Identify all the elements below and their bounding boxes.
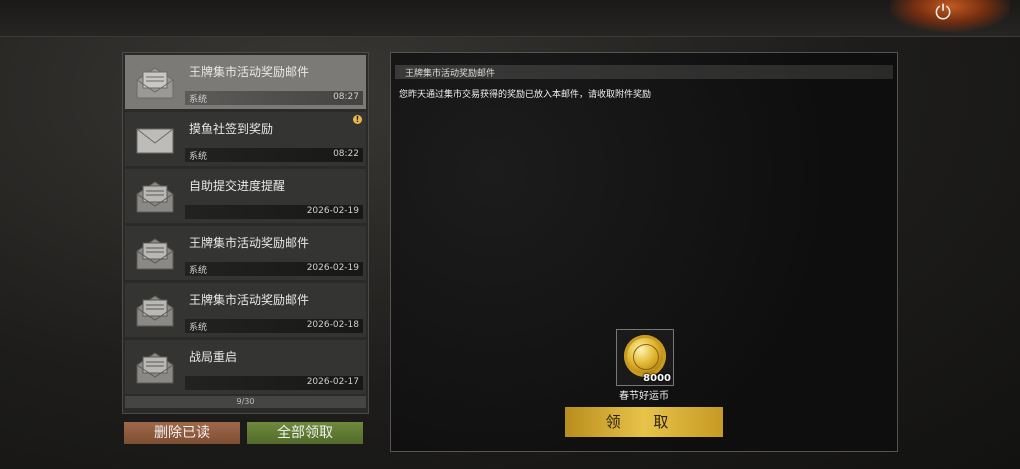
- mail-list-item[interactable]: 摸鱼社签到奖励 ! 系统 08:22: [125, 112, 366, 166]
- mail-detail-body: 您昨天通过集市交易获得的奖励已放入本邮件，请收取附件奖励: [399, 90, 652, 100]
- mail-detail-title: 王牌集市活动奖励邮件: [405, 69, 496, 79]
- envelope-open-icon: [136, 67, 174, 99]
- mail-sender: 系统: [189, 95, 208, 105]
- mail-time: 2026-02-19: [306, 263, 359, 273]
- mail-title: 王牌集市活动奖励邮件: [189, 65, 310, 79]
- mail-meta: 系统 08:22: [185, 148, 363, 162]
- mail-list-item[interactable]: 王牌集市活动奖励邮件 系统 2026-02-18: [125, 283, 366, 337]
- mail-list-item[interactable]: 自助提交进度提醒 2026-02-19: [125, 169, 366, 223]
- mail-time: 2026-02-17: [306, 377, 359, 387]
- mail-time: 2026-02-19: [306, 206, 359, 216]
- mail-sender: 系统: [189, 152, 208, 162]
- reward-item[interactable]: 8000: [616, 329, 674, 386]
- mail-title: 摸鱼社签到奖励: [189, 122, 274, 136]
- envelope-open-icon: [136, 181, 174, 213]
- envelope-open-icon: [136, 238, 174, 270]
- mail-time: 08:27: [333, 92, 359, 102]
- mail-meta: 系统 2026-02-19: [185, 262, 363, 276]
- mail-time: 2026-02-18: [306, 320, 359, 330]
- coin-icon: [624, 335, 666, 377]
- mail-meta: 系统 2026-02-18: [185, 319, 363, 333]
- mail-meta: 2026-02-17: [185, 376, 363, 390]
- mail-sender: 系统: [189, 266, 208, 276]
- mail-list-item[interactable]: 王牌集市活动奖励邮件 系统 2026-02-19: [125, 226, 366, 280]
- mail-time: 08:22: [333, 149, 359, 159]
- claim-all-button[interactable]: 全部领取: [247, 422, 363, 444]
- top-bar: ⏻: [0, 0, 1020, 37]
- mail-detail-header: 王牌集市活动奖励邮件: [395, 65, 893, 79]
- mail-meta: 2026-02-19: [185, 205, 363, 219]
- mail-sender: 系统: [189, 323, 208, 333]
- delete-read-button[interactable]: 删除已读: [124, 422, 240, 444]
- envelope-open-icon: [136, 295, 174, 327]
- mail-title: 战局重启: [189, 350, 238, 364]
- mail-title: 王牌集市活动奖励邮件: [189, 236, 310, 250]
- power-icon[interactable]: ⏻: [928, 0, 958, 26]
- mail-list-panel: 王牌集市活动奖励邮件 系统 08:27 摸鱼社签到奖励 ! 系统 08:22 自…: [122, 52, 369, 414]
- mail-list-item[interactable]: 王牌集市活动奖励邮件 系统 08:27: [125, 55, 366, 109]
- claim-button[interactable]: 领 取: [565, 407, 723, 437]
- envelope-closed-icon: [136, 128, 174, 154]
- mail-title: 王牌集市活动奖励邮件: [189, 293, 310, 307]
- mail-title: 自助提交进度提醒: [189, 179, 286, 193]
- mail-list-item[interactable]: 战局重启 2026-02-17: [125, 340, 366, 394]
- mail-detail-panel: 王牌集市活动奖励邮件 您昨天通过集市交易获得的奖励已放入本邮件，请收取附件奖励 …: [390, 52, 898, 452]
- mail-meta: 系统 08:27: [185, 91, 363, 105]
- reward-count: 8000: [643, 373, 671, 384]
- page-indicator: 9/30: [125, 396, 366, 408]
- envelope-open-icon: [136, 352, 174, 384]
- alert-icon: !: [353, 115, 362, 124]
- reward-name: 春节好运币: [619, 391, 669, 402]
